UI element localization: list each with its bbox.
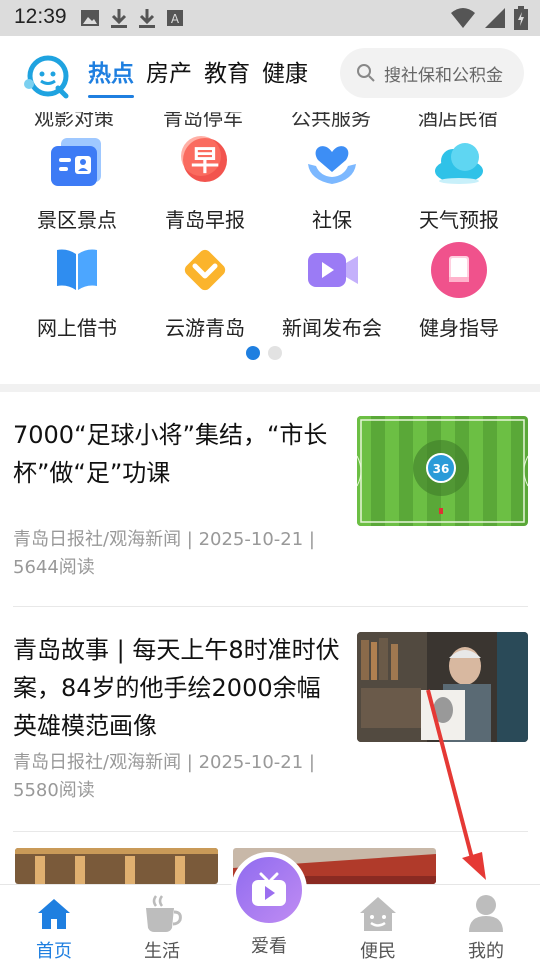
tab-education[interactable]: 教育 [204,58,250,102]
nav-convenience[interactable]: 便民 [328,893,428,960]
news-title[interactable]: 青岛故事 | 每天上午8时准时伏案，84岁的他手绘2000余幅英雄模范画像 [13,631,343,745]
football-field-image[interactable]: 36 [357,416,528,526]
grid-item-press-conference[interactable]: 新闻发布会 [267,240,397,341]
grid-partial-label[interactable]: 酒店民宿 [418,112,498,131]
scenic-card-icon [47,132,107,192]
coffee-cup-icon [112,893,212,935]
smile-house-icon [328,893,428,935]
grid-partial-label[interactable]: 观影对策 [34,112,114,131]
nav-label: 爱看 [251,936,287,957]
grid-item-label: 云游青岛 [165,316,245,340]
nav-label: 我的 [468,941,504,960]
download-icon [139,9,155,28]
fitness-book-icon [429,240,489,300]
grid-partial-label[interactable]: 公共服务 [291,112,371,131]
tab-hot[interactable]: 热点 [88,58,134,102]
grid-item-label: 社保 [312,208,352,232]
nav-label: 便民 [360,941,396,960]
grid-item-weather[interactable]: 天气预报 [394,132,524,233]
news-next-thumb-left[interactable] [15,848,218,884]
page-indicator [246,346,282,360]
svg-text:36: 36 [433,462,450,476]
grid-partial-row: 观影对策 青岛停车 公共服务 酒店民宿 [0,112,540,130]
news-title[interactable]: 7000“足球小将”集结，“市长杯”做“足”功课 [13,416,343,492]
weather-cloud-icon [429,132,489,192]
grid-item-label: 网上借书 [37,316,117,340]
news-item[interactable]: 7000“足球小将”集结，“市长杯”做“足”功课 青岛日报社/观海新闻 | 20… [0,392,540,607]
book-icon [47,240,107,300]
search-placeholder: 搜社保和公积金 [384,65,503,86]
signal-icon [485,8,505,28]
grid-item-fitness[interactable]: 健身指导 [394,240,524,341]
wifi-icon [451,8,475,28]
page-dot-active [246,346,260,360]
qingdao-logo-icon [22,54,72,100]
nav-life[interactable]: 生活 [112,893,212,960]
grid-partial-label[interactable]: 青岛停车 [163,112,243,131]
grid-item-social-security[interactable]: 社保 [267,132,397,233]
grid-item-online-book[interactable]: 网上借书 [12,240,142,341]
grid-item-morning-news[interactable]: 早 青岛早报 [140,132,270,233]
nav-home[interactable]: 首页 [4,893,104,960]
travel-chevron-icon [175,240,235,300]
category-tabs: 热点 房产 教育 健康 [88,58,308,102]
top-header: 热点 房产 教育 健康 搜社保和公积金 [0,36,540,112]
nav-mine[interactable]: 我的 [436,893,536,960]
news-meta: 青岛日报社/观海新闻 | 2025-10-21 | 5644阅读 [13,529,315,578]
search-icon [357,64,375,82]
grid-item-label: 健身指导 [419,316,499,340]
status-right-icons [450,6,528,30]
status-time: 12:39 [14,5,67,28]
home-icon [4,893,104,935]
grid-row: 网上借书 云游青岛 新闻发布会 健身指导 [0,240,540,350]
battery-charging-icon [514,6,528,30]
grid-item-label: 景区景点 [37,208,117,232]
news-separator [13,831,528,832]
morning-news-icon: 早 [175,132,235,192]
search-input[interactable]: 搜社保和公积金 [340,48,524,98]
grid-row: 景区景点 早 青岛早报 社保 天气预报 [0,132,540,242]
grid-item-cloud-travel[interactable]: 云游青岛 [140,240,270,341]
person-icon [436,893,536,935]
news-meta: 青岛日报社/观海新闻 | 2025-10-21 | 5580阅读 [13,752,315,801]
tab-realestate[interactable]: 房产 [146,58,192,102]
grid-item-label: 新闻发布会 [282,316,382,340]
image-icon [81,10,99,26]
tab-health[interactable]: 健康 [262,58,308,102]
news-item[interactable]: 青岛故事 | 每天上午8时准时伏案，84岁的他手绘2000余幅英雄模范画像 青岛… [0,607,540,832]
status-left-icons: A [80,8,184,28]
status-bar: 12:39 A [0,0,540,36]
svg-text:早: 早 [191,144,219,177]
nav-label: 生活 [144,941,180,960]
tv-icon [252,872,286,906]
nav-label: 首页 [36,941,72,960]
service-grid: 观影对策 青岛停车 公共服务 酒店民宿 景区景点 早 青岛早报 社保 天气预报 … [0,112,540,384]
video-icon [302,240,362,300]
grid-item-scenic[interactable]: 景区景点 [12,132,142,233]
social-security-icon [302,132,362,192]
download-icon [111,9,127,28]
page-dot [268,346,282,360]
nav-watch-button[interactable] [231,852,307,928]
grid-item-label: 青岛早报 [165,208,245,232]
font-a-icon: A [167,10,183,26]
svg-text:A: A [171,12,180,26]
section-divider [0,384,540,392]
elderly-artist-image[interactable] [357,632,528,742]
grid-item-label: 天气预报 [419,208,499,232]
